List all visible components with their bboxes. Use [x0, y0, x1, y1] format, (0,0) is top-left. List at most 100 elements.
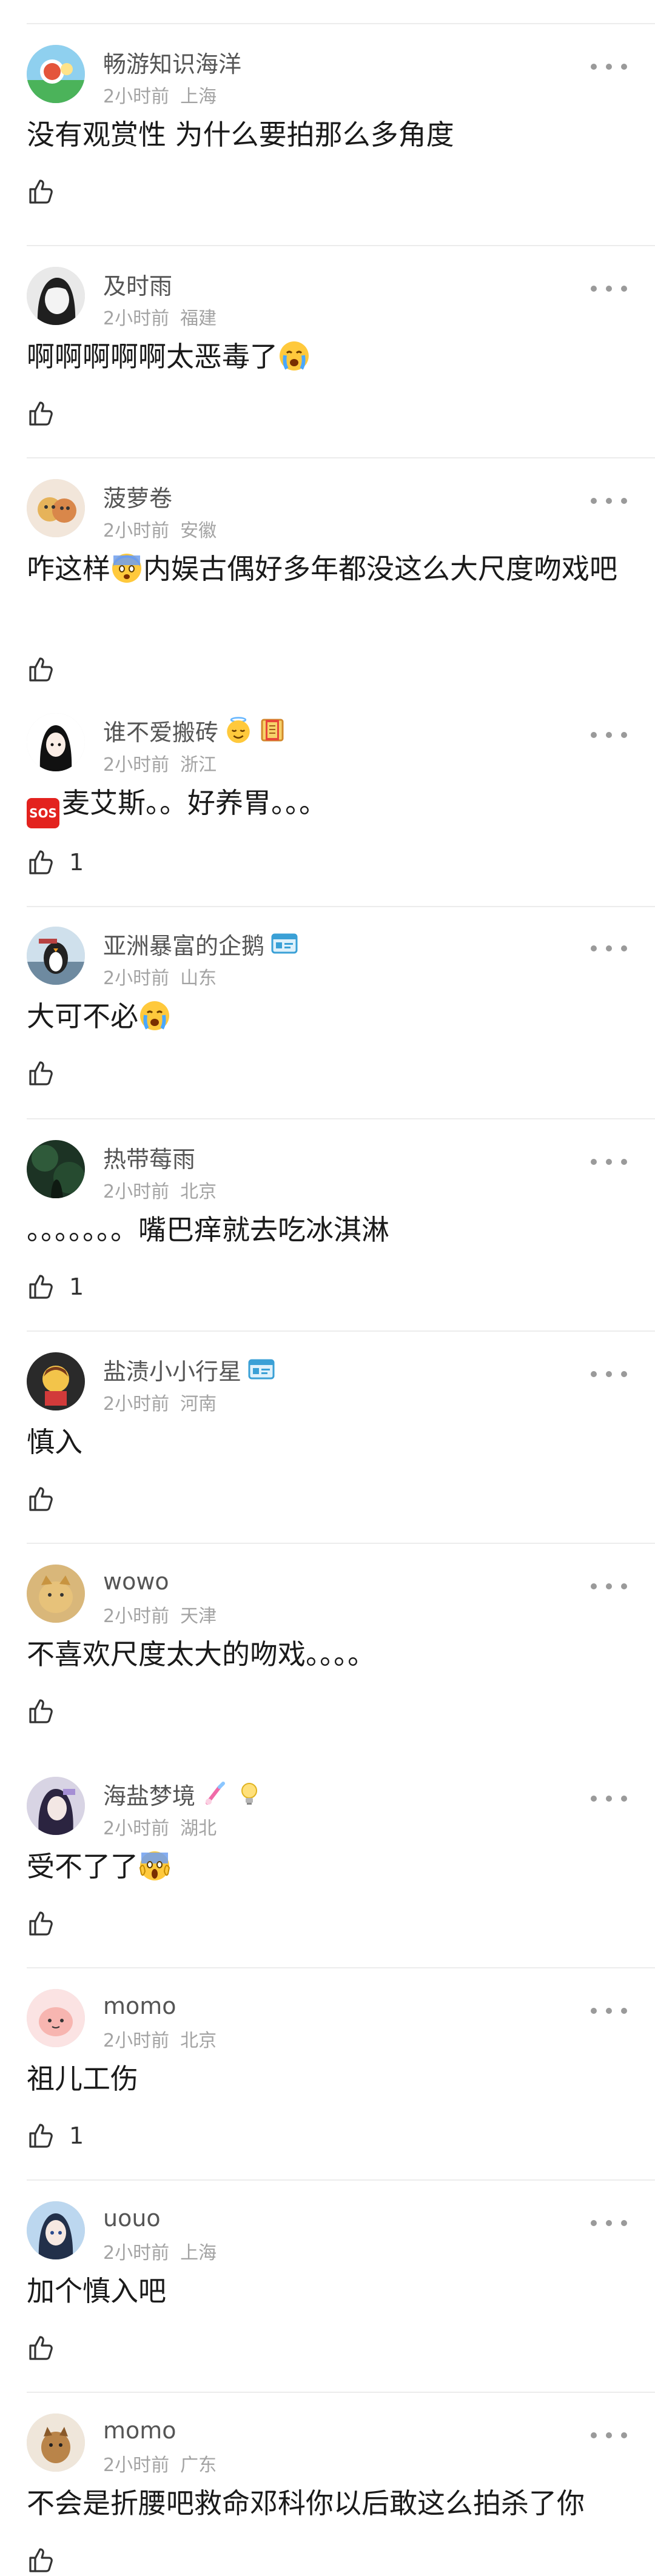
thumbs-up-icon — [27, 177, 56, 206]
lightbulb-badge-icon — [235, 1780, 263, 1808]
comment-location: 广东 — [180, 2455, 217, 2476]
more-dots-icon[interactable] — [591, 61, 627, 73]
avatar[interactable] — [27, 267, 85, 325]
like-count: 1 — [69, 2122, 84, 2149]
username-row: wowo — [103, 1567, 169, 1596]
avatar[interactable] — [27, 1352, 85, 1410]
comment-text: 受不了了 — [27, 1845, 631, 1888]
thumbs-up-icon — [27, 399, 56, 428]
comment-time: 2小时前 — [103, 1818, 170, 1839]
like-button[interactable]: 1 — [27, 1271, 84, 1303]
like-count: 1 — [69, 1273, 84, 1300]
more-dots-icon[interactable] — [591, 1793, 627, 1805]
divider — [27, 2392, 655, 2393]
avatar[interactable] — [27, 1140, 85, 1198]
username[interactable]: 及时雨 — [103, 267, 172, 301]
comment-text-part: 。。。。。。。嘴巴痒就去吃冰淇淋 — [27, 1213, 389, 1246]
username[interactable]: 菠萝卷 — [103, 480, 172, 513]
avatar[interactable] — [27, 479, 85, 537]
username[interactable]: 谁不爱搬砖 — [103, 714, 218, 747]
like-button[interactable] — [27, 176, 69, 207]
crying-face-icon — [278, 340, 311, 372]
comment-meta: 2小时前 浙江 — [103, 750, 217, 776]
username[interactable]: momo — [103, 1993, 176, 2019]
comment-time: 2小时前 — [103, 2242, 170, 2264]
comment-text: 咋这样 内娱古偶好多年都没这么大尺度吻戏吧 — [27, 547, 631, 591]
more-dots-icon[interactable] — [591, 2429, 627, 2441]
like-button[interactable]: 1 — [27, 2120, 84, 2152]
comment-meta: 2小时前 上海 — [103, 2238, 217, 2264]
comment-meta: 2小时前 湖北 — [103, 1813, 217, 1840]
avatar[interactable] — [27, 927, 85, 985]
comment-text-part: 内娱古偶好多年都没这么大尺度吻戏吧 — [143, 552, 617, 585]
comment-text: 不会是折腰吧救命邓科你以后敢这么拍杀了你 — [27, 2481, 631, 2525]
like-button[interactable] — [27, 1908, 69, 1939]
username[interactable]: 亚洲暴富的企鹅 — [103, 927, 264, 961]
thumbs-up-icon — [27, 1272, 56, 1301]
username[interactable]: wowo — [103, 1568, 169, 1595]
comment-time: 2小时前 — [103, 520, 170, 542]
like-button[interactable] — [27, 654, 69, 685]
comment-text-part: 麦艾斯。。好养胃。。。 — [62, 787, 327, 819]
username-row: 热带莓雨 — [103, 1141, 195, 1174]
fearful-face-icon — [110, 552, 143, 585]
thumbs-up-icon — [27, 848, 56, 877]
more-dots-icon[interactable] — [591, 2005, 627, 2017]
username-row: momo — [103, 1991, 176, 2021]
divider — [27, 1543, 655, 1544]
like-button[interactable] — [27, 1696, 69, 1727]
comment-time: 2小时前 — [103, 86, 170, 107]
username-row: 菠萝卷 — [103, 480, 172, 513]
comment-location: 湖北 — [180, 1818, 217, 1839]
comment-text: 啊啊啊啊啊太恶毒了 — [27, 335, 631, 378]
more-dots-icon[interactable] — [591, 1580, 627, 1592]
comment-text-part: 受不了了 — [27, 1850, 138, 1883]
like-button[interactable] — [27, 398, 69, 429]
thumbs-up-icon — [27, 1909, 56, 1938]
thumbs-up-icon — [27, 2333, 56, 2363]
comment-text: 祖儿工伤 — [27, 2057, 631, 2101]
comment-location: 河南 — [180, 1394, 217, 1415]
like-button[interactable] — [27, 2544, 69, 2576]
comment-location: 北京 — [180, 1181, 217, 1202]
id-card-badge-icon — [247, 1355, 275, 1383]
avatar[interactable] — [27, 1989, 85, 2047]
username[interactable]: 畅游知识海洋 — [103, 45, 241, 79]
username[interactable]: 热带莓雨 — [103, 1141, 195, 1174]
more-dots-icon[interactable] — [591, 283, 627, 295]
comment-meta: 2小时前 北京 — [103, 2025, 217, 2052]
divider — [27, 1118, 655, 1119]
comment-location: 上海 — [180, 86, 217, 107]
comment-time: 2小时前 — [103, 2455, 170, 2476]
comment-location: 浙江 — [180, 754, 217, 776]
divider — [27, 1330, 655, 1332]
comment-meta: 2小时前 天津 — [103, 1601, 217, 1628]
more-dots-icon[interactable] — [591, 495, 627, 507]
like-button[interactable] — [27, 1058, 69, 1089]
avatar[interactable] — [27, 2413, 85, 2472]
avatar[interactable] — [27, 1565, 85, 1623]
comment-text-part: 加个慎入吧 — [27, 2275, 166, 2307]
comment-time: 2小时前 — [103, 1394, 170, 1415]
username-row: uouo — [103, 2204, 161, 2233]
comment-text: 没有观赏性 为什么要拍那么多角度 — [27, 113, 631, 156]
scroll-badge-icon — [258, 716, 286, 744]
username[interactable]: 海盐梦境 — [103, 1777, 195, 1811]
more-dots-icon[interactable] — [591, 1156, 627, 1168]
avatar[interactable] — [27, 45, 85, 103]
username[interactable]: momo — [103, 2417, 176, 2444]
username[interactable]: 盐渍小小行星 — [103, 1353, 241, 1386]
username[interactable]: uouo — [103, 2205, 161, 2232]
more-dots-icon[interactable] — [591, 729, 627, 741]
avatar[interactable] — [27, 713, 85, 771]
like-button[interactable]: 1 — [27, 847, 84, 878]
divider — [27, 245, 655, 246]
more-dots-icon[interactable] — [591, 1368, 627, 1380]
more-dots-icon[interactable] — [591, 2217, 627, 2229]
comment-text: 不喜欢尺度太大的吻戏。。。。 — [27, 1632, 631, 1676]
avatar[interactable] — [27, 1777, 85, 1835]
like-button[interactable] — [27, 2332, 69, 2364]
more-dots-icon[interactable] — [591, 942, 627, 954]
like-button[interactable] — [27, 1483, 69, 1515]
avatar[interactable] — [27, 2201, 85, 2259]
